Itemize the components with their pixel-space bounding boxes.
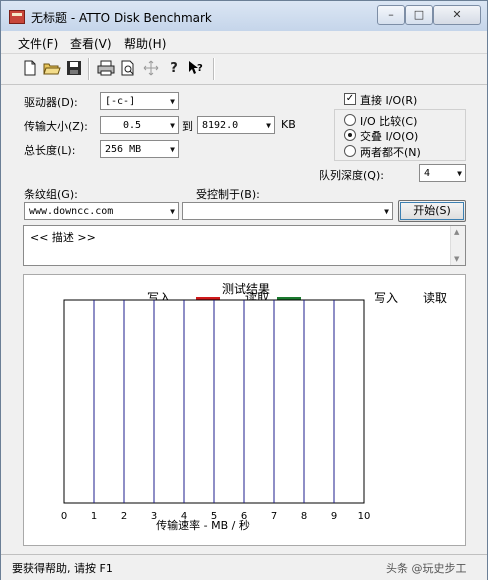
x-tick-label: 9 [331,511,337,522]
save-icon[interactable] [65,60,83,78]
start-button[interactable]: 开始(S) [398,200,466,222]
svg-text:?: ? [197,63,203,74]
results-panel: 测试结果 写入 读取 写入 读取 0 1 2 3 4 5 6 7 8 9 10 传输速率 - MB … [23,274,466,546]
x-tick-label: 0 [61,511,67,522]
radio-io-compare-label: I/O 比较(C) [360,115,418,128]
direct-io-label: 直接 I/O(R) [360,94,418,107]
radio-overlap-io-label: 交叠 I/O(O) [360,130,419,143]
column-write-header: 写入 [374,291,398,305]
queue-depth-select[interactable]: 4 ▼ [419,164,466,182]
queue-depth-label: 队列深度(Q): [319,169,384,182]
drive-select[interactable]: [-c-] ▼ [100,92,179,110]
menu-bar: 文件(F) 查看(V) 帮助(H) [1,31,487,53]
chevron-down-icon: ▼ [170,121,175,130]
print-icon[interactable] [97,60,115,78]
drive-select-value: [-c-] [105,96,136,107]
menu-file[interactable]: 文件(F) [18,35,58,52]
watermark-text: 头条 @玩史步工 [386,562,467,575]
new-file-icon[interactable] [21,60,39,78]
chevron-down-icon: ▼ [170,97,175,106]
scroll-up-icon[interactable]: ▲ [454,228,459,236]
queue-depth-value: 4 [424,168,431,179]
results-chart: 测试结果 写入 读取 写入 读取 0 1 2 3 4 5 6 7 8 9 10 传输速率 - MB … [61,281,447,532]
total-length-select[interactable]: 256 MB ▼ [100,140,179,158]
minimize-button[interactable]: – [377,5,405,25]
title-bar[interactable]: 无标题 - ATTO Disk Benchmark – □ ✕ [1,1,487,31]
stripe-group-label: 条纹组(G): [24,188,78,201]
radio-io-compare[interactable] [344,114,356,126]
toolbar-separator [213,58,215,80]
app-window: 无标题 - ATTO Disk Benchmark – □ ✕ 文件(F) 查看… [0,0,488,580]
stripe-group-input[interactable]: www.downcc.com ▼ [24,202,179,220]
move-icon[interactable] [142,60,160,78]
controlled-by-label: 受控制于(B): [196,188,260,201]
stripe-group-value: www.downcc.com [29,206,114,217]
to-label: 到 [182,120,193,133]
status-text: 要获得帮助, 请按 F1 [12,562,113,575]
checkmark-icon: ✓ [345,93,355,104]
transfer-to-select[interactable]: 8192.0 ▼ [197,116,275,134]
radio-overlap-io[interactable] [344,129,356,141]
drive-label: 驱动器(D): [24,96,78,109]
radio-neither-label: 两者都不(N) [360,146,421,159]
chevron-down-icon: ▼ [457,169,462,178]
total-length-value: 256 MB [105,144,142,155]
menu-help[interactable]: 帮助(H) [124,35,166,52]
description-textarea[interactable]: << 描述 >> ▲ ▼ [23,225,466,266]
column-read-header: 读取 [423,291,447,305]
transfer-to-value: 8192.0 [202,120,239,131]
total-length-label: 总长度(L): [24,144,76,157]
toolbar-separator [88,58,90,80]
transfer-from-select[interactable]: 0.5 ▼ [100,116,179,134]
x-tick-label: 8 [301,511,307,522]
transfer-size-label: 传输大小(Z): [24,120,88,133]
print-preview-icon[interactable] [119,60,137,78]
maximize-button[interactable]: □ [405,5,433,25]
close-icon: ✕ [452,8,462,21]
x-tick-label: 2 [121,511,127,522]
status-bar: 要获得帮助, 请按 F1 头条 @玩史步工 [1,554,487,580]
menu-view[interactable]: 查看(V) [70,35,112,52]
toolbar: ? ? [1,53,487,85]
description-scrollbar[interactable]: ▲ ▼ [450,226,465,265]
kb-unit-label: KB [281,118,296,131]
window-title: 无标题 - ATTO Disk Benchmark [31,11,212,25]
scroll-down-icon[interactable]: ▼ [454,255,459,263]
x-tick-label: 1 [91,511,97,522]
radio-neither[interactable] [344,145,356,157]
context-help-icon[interactable]: ? [187,60,205,78]
transfer-from-value: 0.5 [123,120,142,131]
chevron-down-icon: ▼ [170,207,175,216]
help-icon[interactable]: ? [165,60,183,78]
description-text: << 描述 >> [30,231,96,244]
app-icon[interactable] [9,10,25,24]
minimize-icon: – [388,8,394,21]
open-folder-icon[interactable] [43,60,61,78]
direct-io-checkbox[interactable]: ✓ [344,93,356,105]
chevron-down-icon: ▼ [170,145,175,154]
close-button[interactable]: ✕ [433,5,481,25]
chevron-down-icon: ▼ [384,207,389,216]
x-tick-label: 10 [358,511,371,522]
x-tick-label: 7 [271,511,277,522]
chevron-down-icon: ▼ [266,121,271,130]
controlled-by-select[interactable]: ▼ [182,202,393,220]
x-axis-label: 传输速率 - MB / 秒 [156,518,250,532]
maximize-icon: □ [413,8,425,21]
